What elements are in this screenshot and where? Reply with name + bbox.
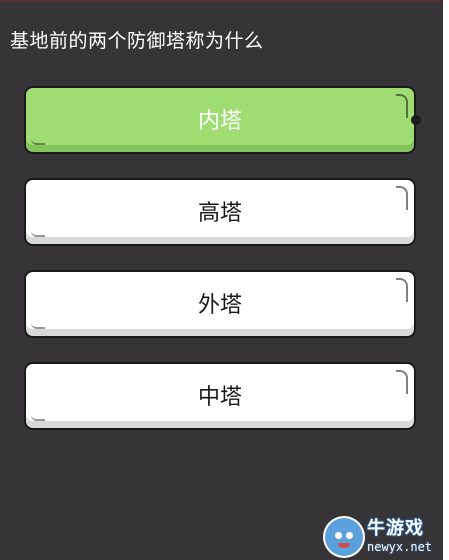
top-border — [0, 0, 443, 2]
answer-option-1-wrapper: 内塔 — [24, 86, 421, 158]
answer-option-2[interactable]: 高塔 — [24, 178, 416, 246]
watermark-domain: newyx.net — [367, 540, 433, 554]
edge-scratch-icon — [31, 139, 45, 145]
quiz-screen: 基地前的两个防御塔称为什么 内塔 高塔 外塔 中塔 牛游戏 newyx.net — [0, 0, 443, 560]
answer-option-3-wrapper: 外塔 — [24, 270, 418, 342]
answer-option-3[interactable]: 外塔 — [24, 270, 416, 338]
mascot-eye-icon — [346, 532, 353, 539]
answer-option-3-label: 外塔 — [197, 293, 242, 318]
watermark: 牛游戏 newyx.net — [325, 514, 443, 560]
mascot-mouth-icon — [338, 543, 350, 548]
edge-scratch-icon — [31, 323, 45, 329]
answer-option-1-label: 内塔 — [197, 109, 242, 134]
mascot-logo-icon — [325, 518, 363, 556]
answer-option-1[interactable]: 内塔 — [24, 86, 421, 154]
answer-option-4-label: 中塔 — [197, 385, 242, 410]
answer-option-4[interactable]: 中塔 — [24, 362, 416, 430]
answer-option-2-label: 高塔 — [197, 201, 242, 226]
answer-option-2-wrapper: 高塔 — [24, 178, 418, 250]
edge-scratch-icon — [31, 415, 45, 421]
question-text: 基地前的两个防御塔称为什么 — [10, 30, 264, 52]
watermark-brand: 牛游戏 — [367, 518, 424, 539]
answer-option-4-wrapper: 中塔 — [24, 362, 418, 434]
mascot-eye-icon — [335, 532, 342, 539]
edge-scratch-icon — [31, 231, 45, 237]
